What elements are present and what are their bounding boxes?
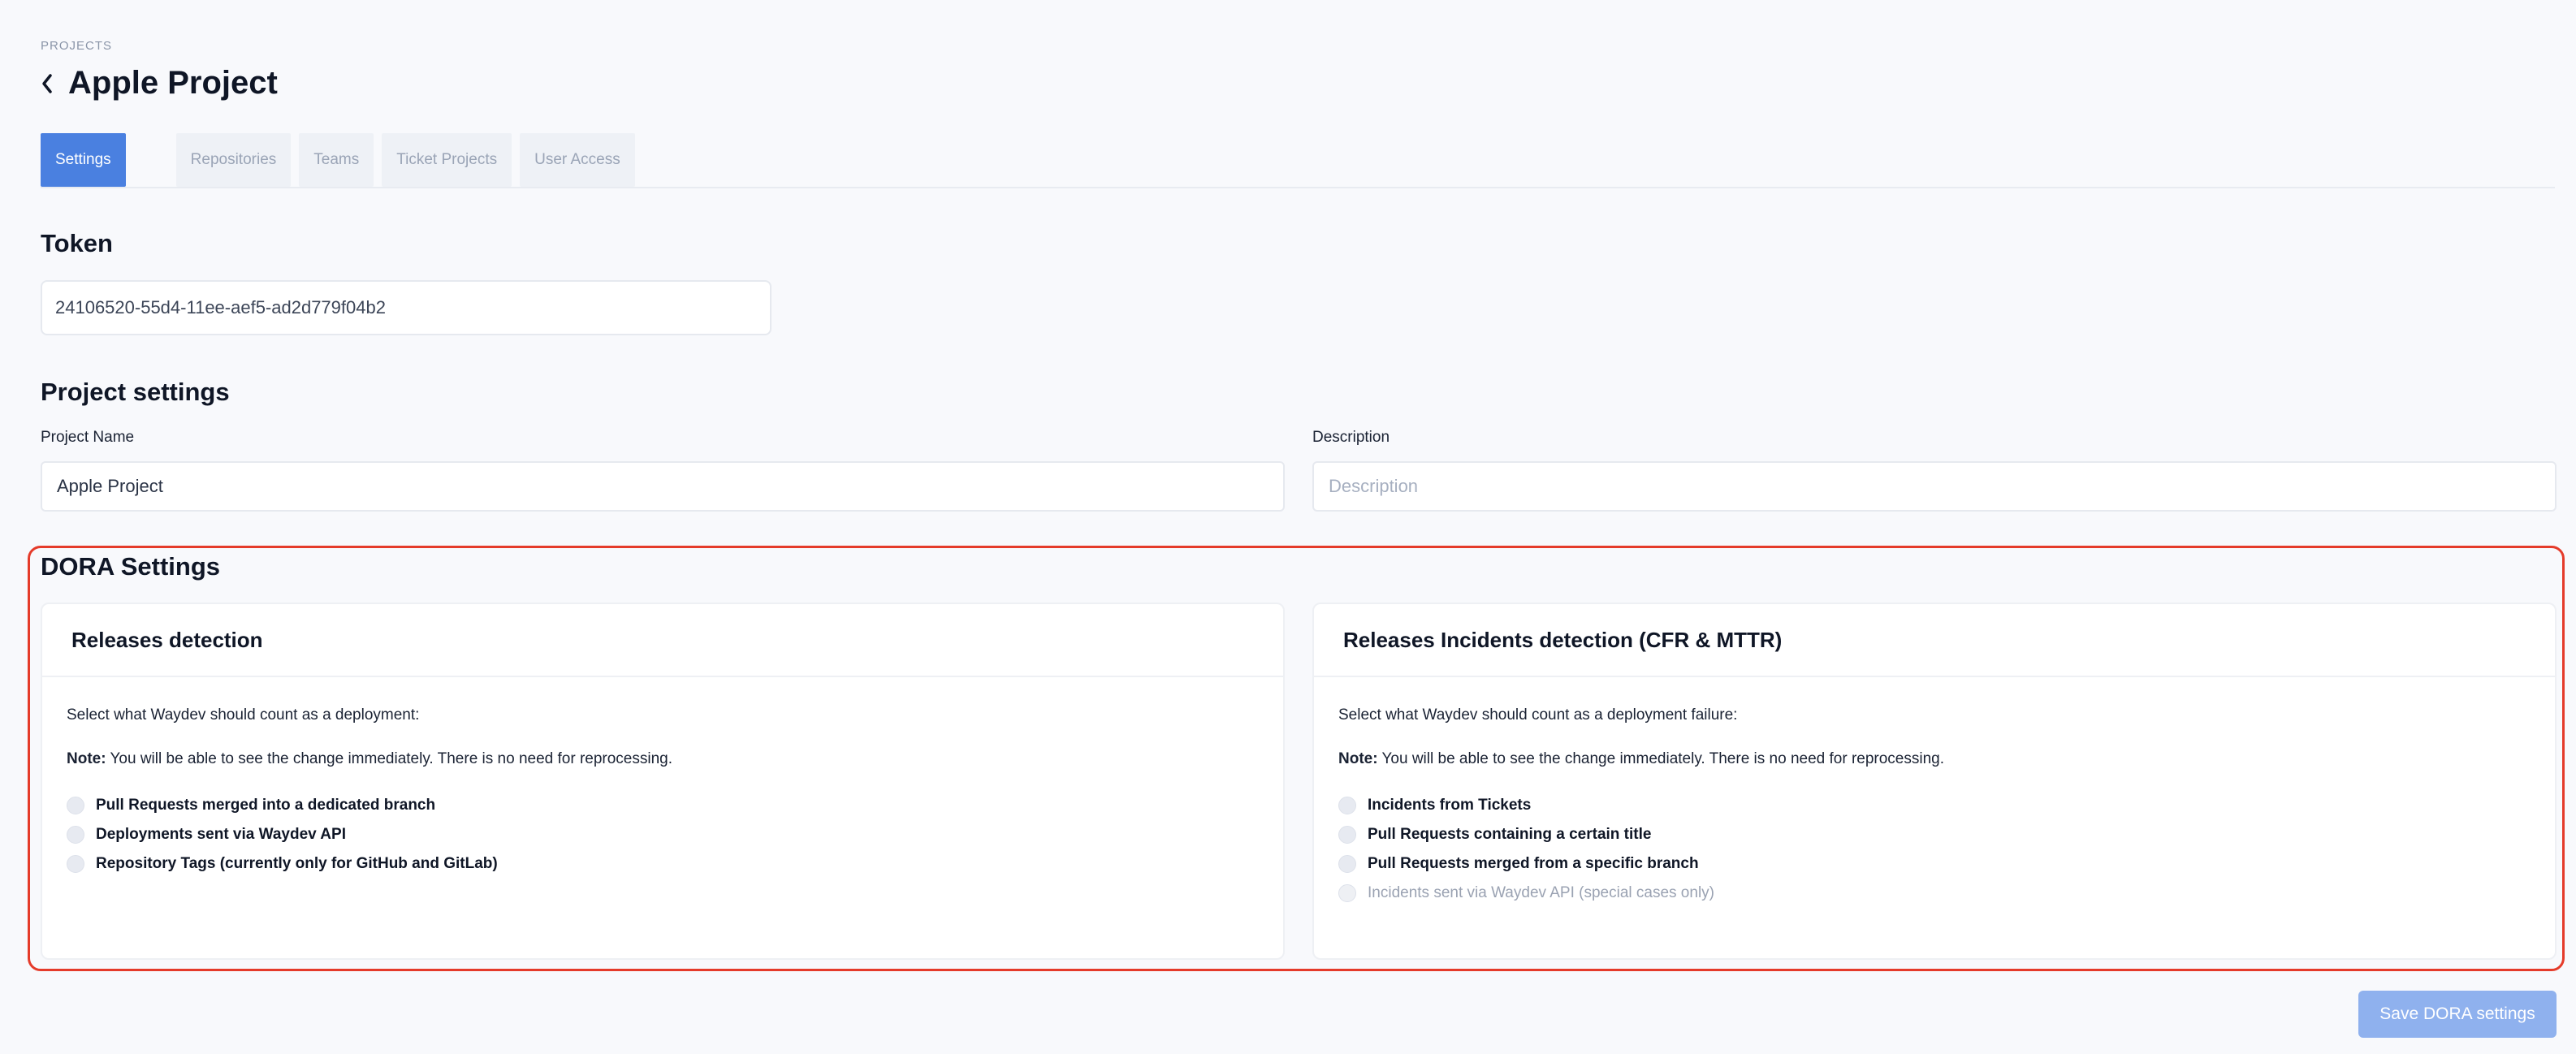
project-settings-heading: Project settings — [41, 378, 230, 406]
incidents-detection-title: Releases Incidents detection (CFR & MTTR… — [1314, 604, 2555, 677]
chevron-left-icon[interactable] — [41, 70, 60, 97]
token-heading: Token — [41, 229, 113, 257]
option-label: Pull Requests merged from a specific bra… — [1368, 855, 1699, 872]
option-label: Incidents sent via Waydev API (special c… — [1368, 884, 1714, 901]
radio-button[interactable] — [67, 826, 84, 844]
releases-option-repository-tags[interactable]: Repository Tags (currently only for GitH… — [67, 849, 1283, 879]
radio-button — [1338, 884, 1356, 902]
incidents-option-pr-title[interactable]: Pull Requests containing a certain title — [1338, 820, 2555, 849]
option-label: Deployments sent via Waydev API — [96, 826, 346, 843]
tab-ticket-projects[interactable]: Ticket Projects — [382, 133, 512, 187]
tab-teams[interactable]: Teams — [299, 133, 374, 187]
incidents-option-waydev-api: Incidents sent via Waydev API (special c… — [1338, 879, 2555, 908]
tab-user-access[interactable]: User Access — [520, 133, 635, 187]
radio-button[interactable] — [67, 855, 84, 873]
releases-option-dedicated-branch[interactable]: Pull Requests merged into a dedicated br… — [67, 791, 1283, 820]
releases-instruction: Select what Waydev should count as a dep… — [67, 706, 420, 724]
note-text: You will be able to see the change immed… — [106, 750, 673, 767]
option-label: Pull Requests containing a certain title — [1368, 826, 1652, 843]
option-label: Pull Requests merged into a dedicated br… — [96, 797, 436, 814]
radio-button[interactable] — [1338, 855, 1356, 873]
dora-settings-heading: DORA Settings — [41, 552, 221, 581]
breadcrumb[interactable]: PROJECTS — [41, 39, 112, 53]
token-field[interactable]: 24106520-55d4-11ee-aef5-ad2d779f04b2 — [41, 280, 772, 335]
incidents-detection-card: Releases Incidents detection (CFR & MTTR… — [1312, 603, 2557, 960]
project-name-input[interactable] — [41, 461, 1285, 512]
incidents-note: Note: You will be able to see the change… — [1338, 750, 2555, 768]
page-title: Apple Project — [68, 65, 278, 101]
releases-option-waydev-api[interactable]: Deployments sent via Waydev API — [67, 820, 1283, 849]
tab-settings[interactable]: Settings — [41, 133, 126, 187]
tab-repositories[interactable]: Repositories — [175, 133, 292, 187]
project-name-label: Project Name — [41, 429, 135, 446]
radio-button[interactable] — [1338, 797, 1356, 814]
radio-button[interactable] — [67, 797, 84, 814]
description-label: Description — [1312, 429, 1390, 446]
option-label: Repository Tags (currently only for GitH… — [96, 855, 498, 872]
releases-detection-card: Releases detection Select what Waydev sh… — [41, 603, 1285, 960]
save-dora-settings-button[interactable]: Save DORA settings — [2358, 991, 2557, 1038]
option-label: Incidents from Tickets — [1368, 797, 1532, 814]
note-label: Note: — [1338, 750, 1378, 767]
incidents-instruction: Select what Waydev should count as a dep… — [1338, 706, 1738, 724]
note-label: Note: — [67, 750, 106, 767]
releases-detection-title: Releases detection — [42, 604, 1283, 677]
note-text: You will be able to see the change immed… — [1377, 750, 1945, 767]
description-input[interactable] — [1312, 461, 2557, 512]
tab-bar: Settings Repositories Teams Ticket Proje… — [41, 133, 2555, 188]
radio-button[interactable] — [1338, 826, 1356, 844]
title-row: Apple Project — [41, 65, 278, 102]
token-value: 24106520-55d4-11ee-aef5-ad2d779f04b2 — [55, 297, 386, 317]
incidents-option-pr-branch[interactable]: Pull Requests merged from a specific bra… — [1338, 849, 2555, 879]
incidents-option-tickets[interactable]: Incidents from Tickets — [1338, 791, 2555, 820]
releases-note: Note: You will be able to see the change… — [67, 750, 1283, 768]
